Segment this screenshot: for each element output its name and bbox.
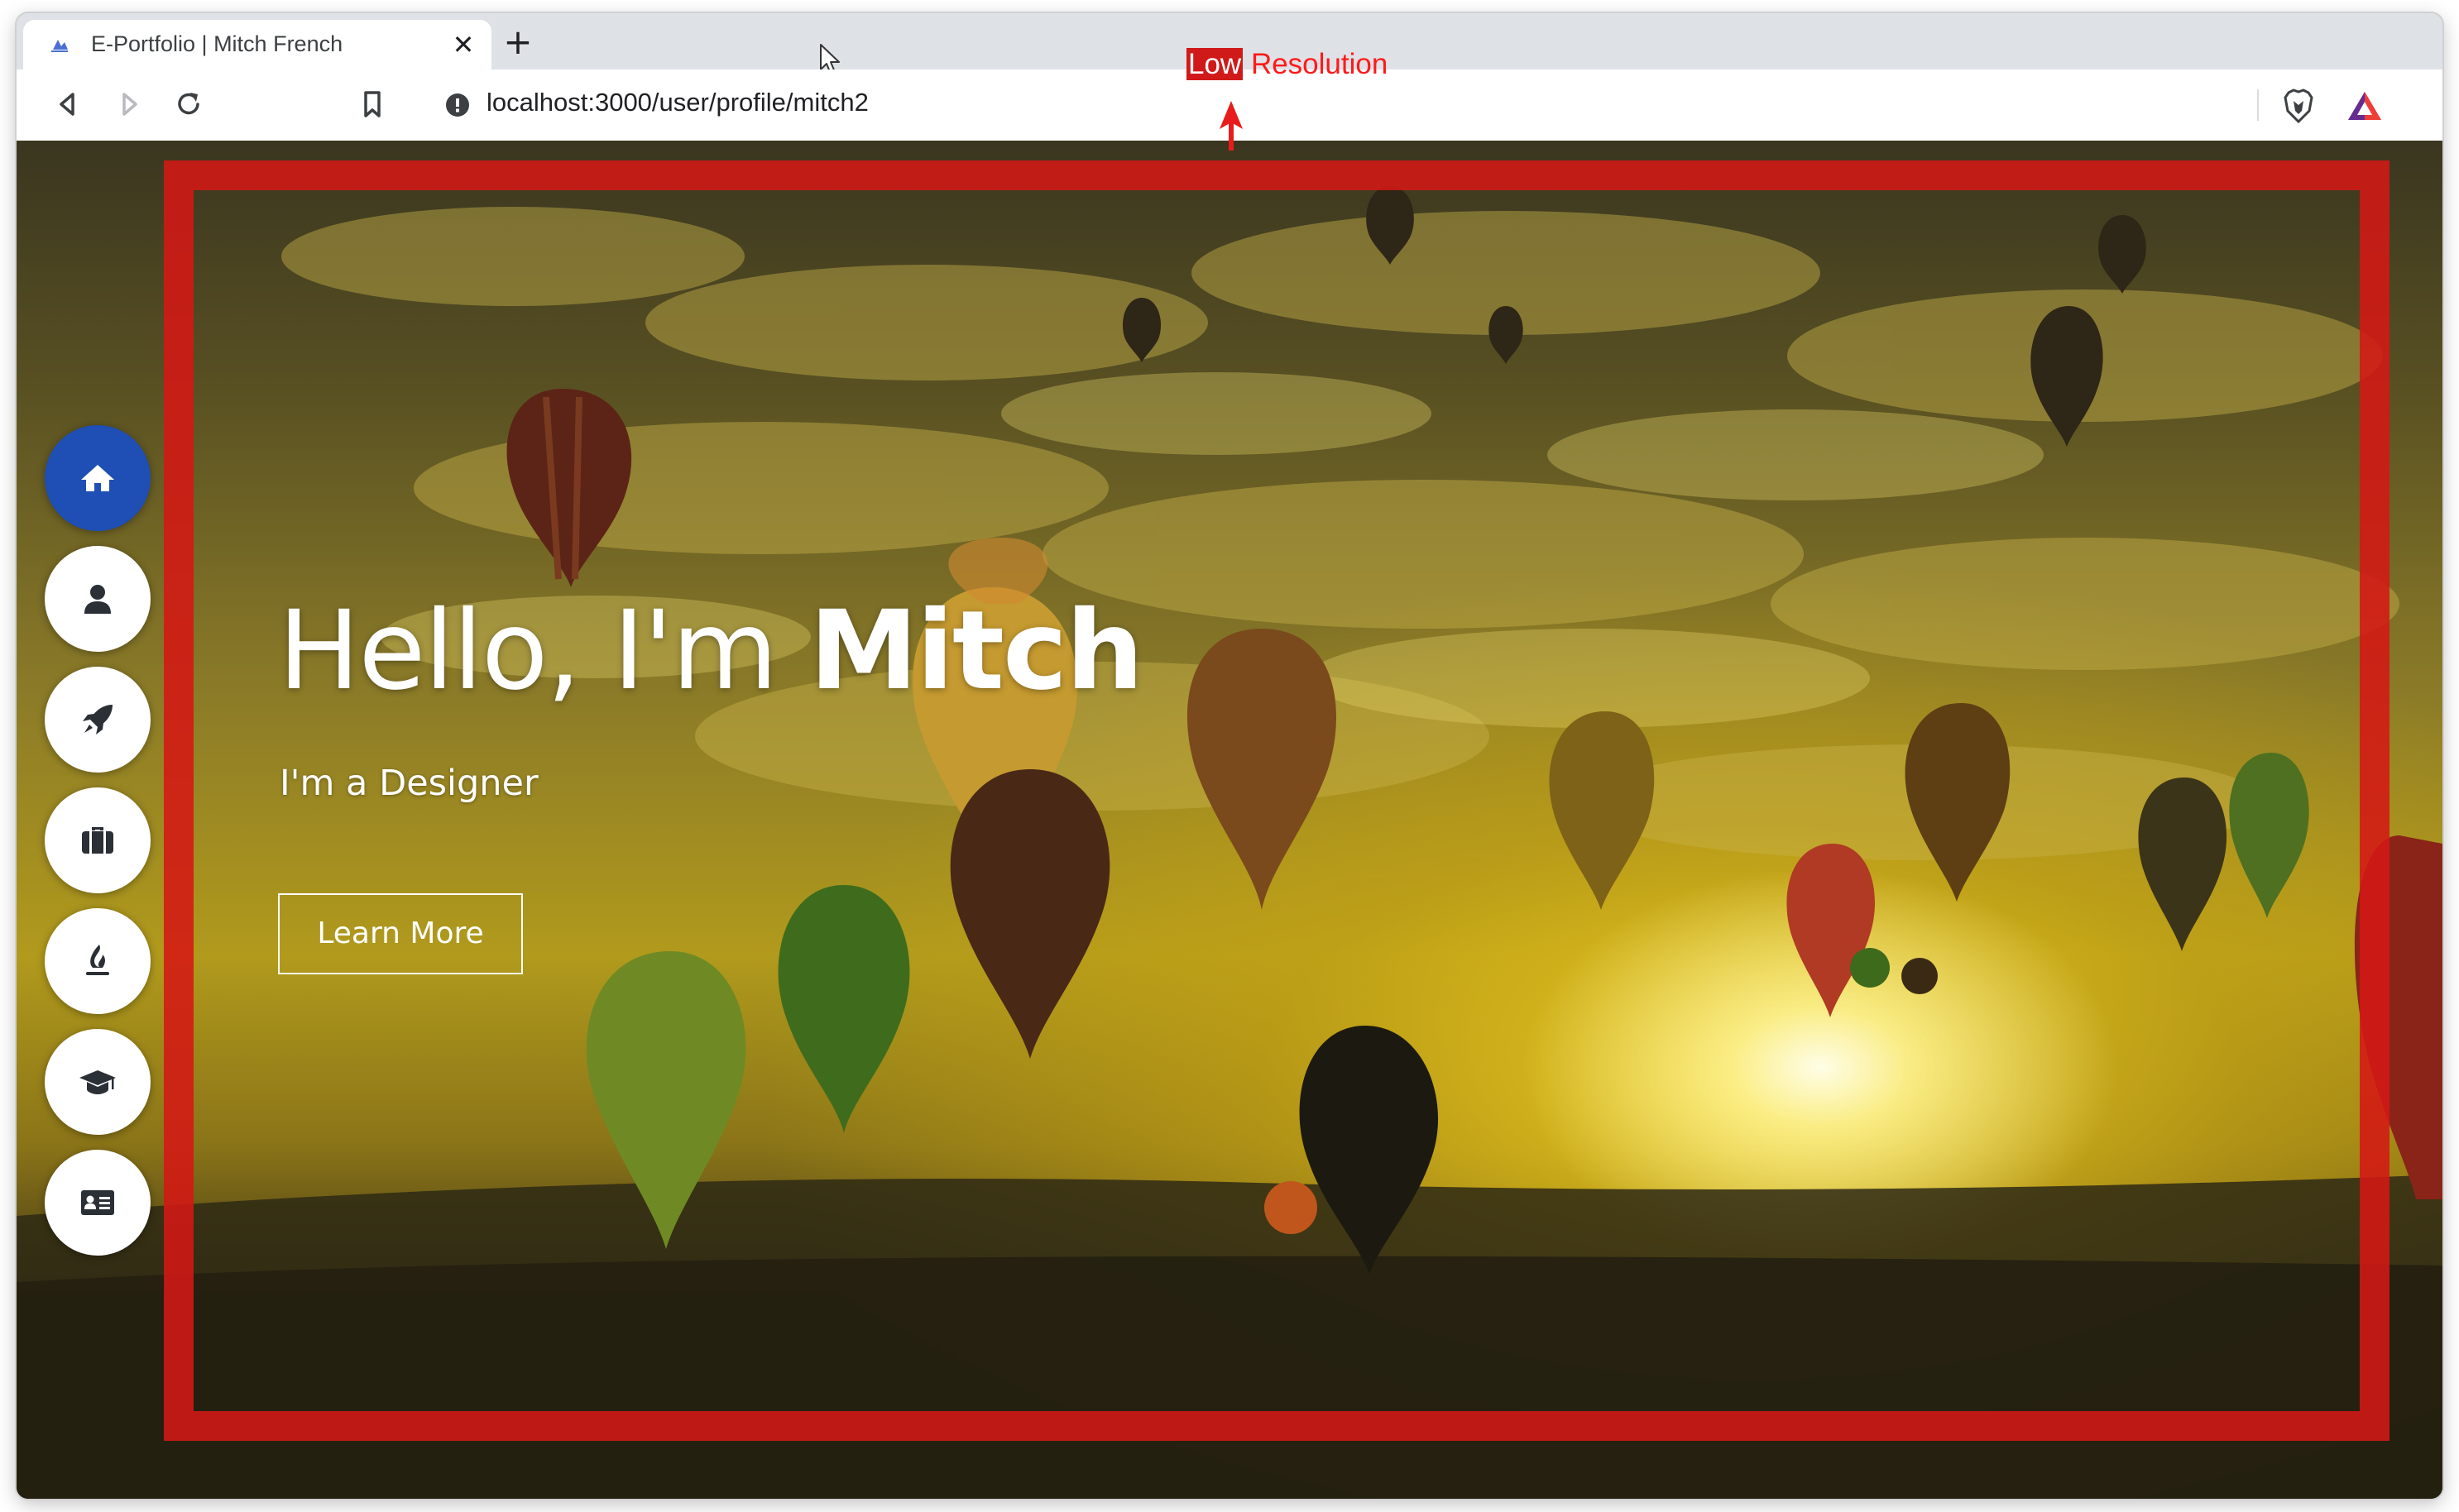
hero-subtitle: I'm a Designer xyxy=(280,763,539,804)
tab-title: E-Portfolio | Mitch French xyxy=(91,31,343,56)
hero-name: Mitch xyxy=(809,587,1143,715)
user-icon xyxy=(84,585,111,614)
rocket-icon xyxy=(83,705,113,734)
page-viewport: Hello, I'm Mitch I'm a Designer Learn Mo… xyxy=(17,141,2442,1499)
hero-greeting: Hello, I'm xyxy=(278,587,810,715)
new-tab-button[interactable]: + xyxy=(500,25,536,61)
reload-icon[interactable] xyxy=(170,86,207,122)
nav-portfolio-button[interactable] xyxy=(45,787,151,893)
nav-projects-button[interactable] xyxy=(45,667,151,773)
url-text[interactable]: localhost:3000/user/profile/mitch2 xyxy=(487,88,869,117)
hero-heading: Hello, I'm Mitch xyxy=(278,587,1143,715)
learn-more-button[interactable]: Learn More xyxy=(278,893,523,974)
back-icon[interactable] xyxy=(50,86,86,122)
nav-skills-button[interactable] xyxy=(45,908,151,1014)
brave-rewards-icon[interactable] xyxy=(2346,89,2383,122)
annotation-label: Low Resolution xyxy=(1186,48,1388,81)
close-tab-icon[interactable]: ✕ xyxy=(450,31,477,58)
nav-contact-button[interactable] xyxy=(45,1150,151,1256)
bookmark-icon[interactable] xyxy=(354,86,391,122)
graduation-cap-icon xyxy=(79,1070,116,1094)
nav-home-button[interactable] xyxy=(45,425,151,531)
annotation-resolution-text: Resolution xyxy=(1243,48,1388,80)
annotation-low-text: Low xyxy=(1186,48,1244,80)
annotation-arrow-icon xyxy=(1220,101,1243,151)
hot-air-balloons-background xyxy=(17,186,2442,1499)
fire-icon xyxy=(86,945,109,975)
browser-window: E-Portfolio | Mitch French ✕ + localhost… xyxy=(17,13,2442,1499)
nav-education-button[interactable] xyxy=(45,1029,151,1135)
browser-tab[interactable]: E-Portfolio | Mitch French ✕ xyxy=(23,20,491,69)
favicon-icon xyxy=(51,40,68,52)
briefcase-icon xyxy=(82,827,113,854)
balloon xyxy=(506,389,632,587)
brave-shields-icon[interactable] xyxy=(2282,88,2315,124)
nav-about-button[interactable] xyxy=(45,546,151,652)
contact-card-icon xyxy=(81,1190,114,1215)
forward-icon[interactable] xyxy=(111,86,147,122)
toolbar-divider xyxy=(2257,89,2259,121)
home-icon xyxy=(81,465,114,491)
site-info-icon[interactable] xyxy=(445,93,470,117)
address-bar[interactable]: localhost:3000/user/profile/mitch2 xyxy=(422,78,2413,131)
